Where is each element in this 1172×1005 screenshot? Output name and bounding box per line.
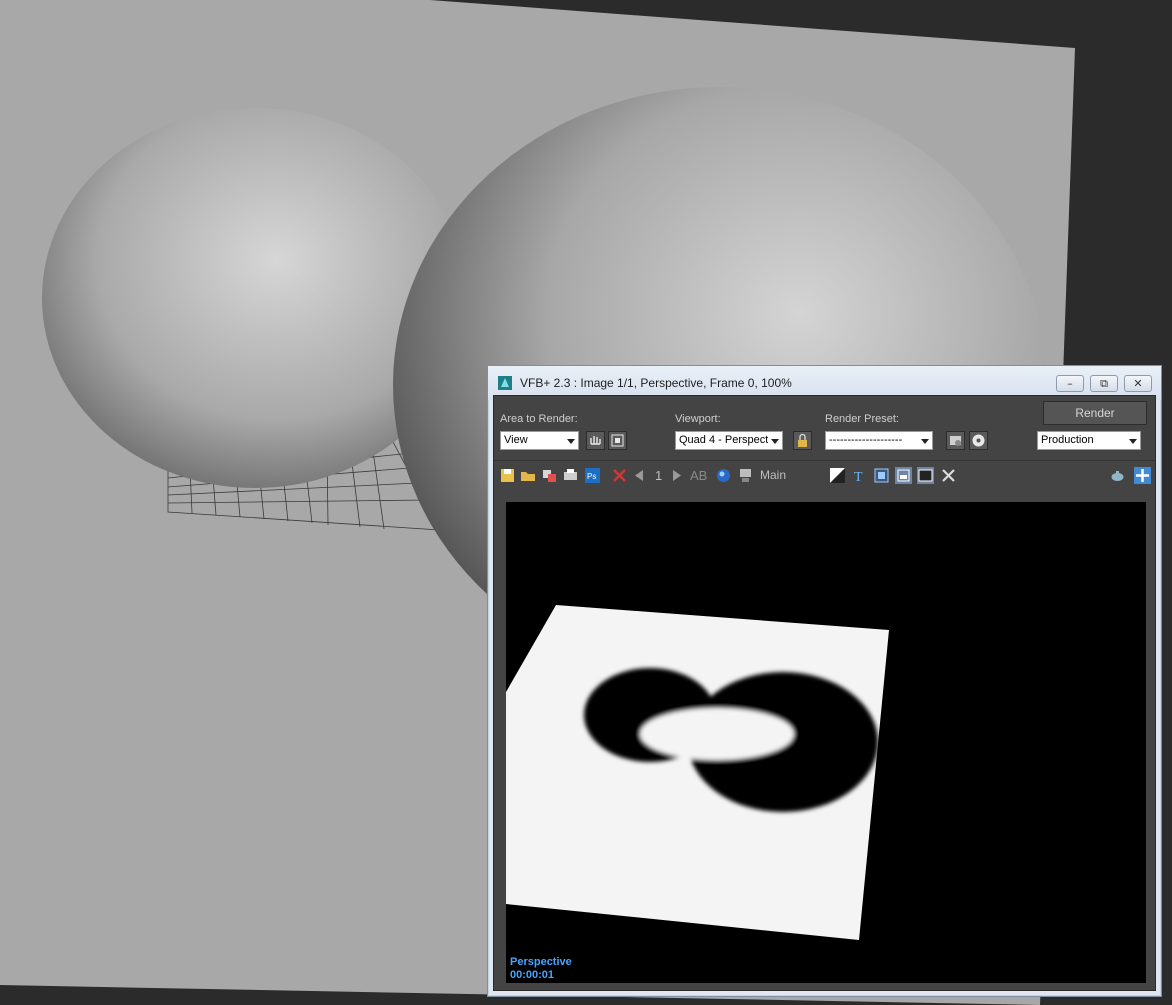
clear-icon[interactable] [611,467,628,484]
save-icon[interactable] [499,467,516,484]
disc-icon [972,434,985,447]
settings-tools-icon[interactable] [940,467,957,484]
area-to-render-value: View [504,434,528,446]
render-setup-icon [950,436,961,446]
render-setup-button[interactable] [946,431,965,450]
3dsmax-app-icon [498,376,512,390]
restore-button[interactable]: ⧉ [1090,375,1118,392]
print-icon[interactable] [562,467,579,484]
render-frame[interactable]: Perspective 00:00:01 [506,502,1146,983]
area-to-render-label: Area to Render: [500,413,578,425]
hand-icon [590,436,601,445]
rendered-image: Perspective 00:00:01 [506,502,1146,983]
plugin-icon[interactable] [1134,467,1151,484]
fit-window-icon[interactable] [895,467,912,484]
svg-text:T: T [854,470,863,484]
chevron-down-icon [768,432,782,449]
chevron-down-icon [564,432,578,449]
lock-viewport-button[interactable] [793,431,812,450]
viewport-label: Viewport: [675,413,721,425]
viewport-value: Quad 4 - Perspect [679,434,769,446]
render-preset-dropdown[interactable]: -------------------- [825,431,933,450]
fullscreen-icon[interactable] [917,467,934,484]
pixel-aspect-icon[interactable] [737,467,754,484]
vfb-toolbar: Ps 1 AB Main T [494,460,1155,490]
color-channel-icon[interactable] [715,467,732,484]
production-value: Production [1041,434,1094,446]
photoshop-icon[interactable]: Ps [584,467,601,484]
exposure-icon[interactable] [829,467,846,484]
production-dropdown[interactable]: Production [1037,431,1141,450]
minimize-button[interactable]: – [1056,375,1084,392]
area-to-render-dropdown[interactable]: View [500,431,579,450]
window-title: VFB+ 2.3 : Image 1/1, Perspective, Frame… [520,376,792,390]
overlay-camera: Perspective [510,956,572,968]
vfb-panel: Area to Render: View Viewport: Quad 4 - … [493,395,1156,991]
viewport-dropdown[interactable]: Quad 4 - Perspect [675,431,783,450]
region-icon [611,434,624,447]
close-icon: ✕ [1133,377,1143,390]
minimize-icon: – [1067,377,1073,390]
svg-text:Ps: Ps [587,472,596,481]
shadow-overlap [640,708,794,760]
ab-compare-button[interactable]: AB [690,468,707,483]
channel-label[interactable]: Main [760,468,786,482]
frame-number: 1 [655,468,663,483]
edit-region-button[interactable] [586,431,605,450]
render-button[interactable]: Render [1043,401,1147,425]
render-preset-value: -------------------- [829,434,903,446]
clone-icon[interactable] [541,467,558,484]
next-frame-icon[interactable] [668,467,685,484]
close-button[interactable]: ✕ [1124,375,1152,392]
text-stamp-icon[interactable]: T [851,467,868,484]
chevron-down-icon [918,432,932,449]
overlay-time: 00:00:01 [510,969,554,981]
chevron-down-icon [1126,432,1140,449]
restore-icon: ⧉ [1100,377,1108,390]
previous-frame-icon[interactable] [631,467,648,484]
display-frame-icon[interactable] [873,467,890,484]
lock-icon [798,433,807,447]
auto-region-button[interactable] [608,431,627,450]
open-folder-icon[interactable] [520,467,537,484]
teapot-icon[interactable] [1109,467,1126,484]
vfb-window[interactable]: VFB+ 2.3 : Image 1/1, Perspective, Frame… [487,365,1162,997]
environment-button[interactable] [969,431,988,450]
render-preset-label: Render Preset: [825,413,899,425]
